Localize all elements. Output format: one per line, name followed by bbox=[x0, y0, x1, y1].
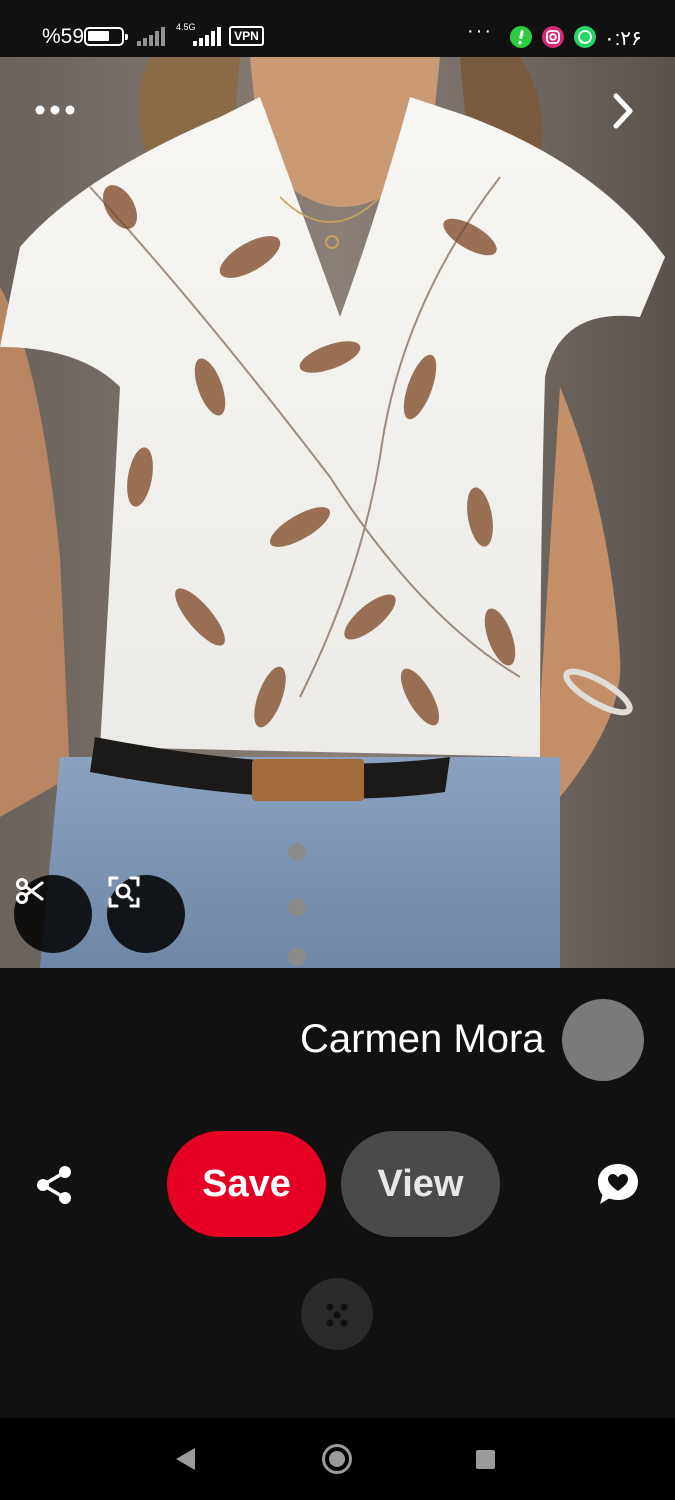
whatsapp-icon bbox=[574, 26, 596, 48]
visual-search-button[interactable] bbox=[107, 875, 185, 953]
visual-search-icon bbox=[108, 876, 140, 908]
signal-icon-2 bbox=[193, 26, 223, 46]
pin-image[interactable] bbox=[0, 57, 675, 968]
vpn-badge: VPN bbox=[229, 26, 264, 46]
author-avatar[interactable] bbox=[562, 999, 644, 1081]
status-time: ۰:۲۶ bbox=[604, 28, 642, 50]
recent-apps-icon[interactable] bbox=[476, 1450, 495, 1469]
system-nav-bar bbox=[0, 1418, 675, 1500]
pin-image-illustration bbox=[0, 57, 675, 968]
more-options-icon[interactable] bbox=[32, 99, 78, 121]
status-bar: %59 4.5G VPN ··· ۰:۲۶ bbox=[0, 0, 675, 57]
battery-percent: %59 bbox=[42, 25, 85, 48]
view-button[interactable]: View bbox=[341, 1131, 500, 1237]
save-button[interactable]: Save bbox=[167, 1131, 326, 1237]
green-exclamation-icon bbox=[510, 26, 532, 48]
status-overflow-icon: ··· bbox=[467, 20, 493, 42]
home-icon[interactable] bbox=[322, 1444, 352, 1474]
more-ideas-button[interactable] bbox=[301, 1278, 373, 1350]
battery-icon bbox=[84, 27, 128, 46]
pin-author-name[interactable]: Carmen Mora bbox=[300, 1017, 545, 1062]
back-icon[interactable] bbox=[176, 1448, 195, 1470]
instagram-icon bbox=[542, 26, 564, 48]
signal-icon-1 bbox=[137, 26, 169, 46]
heart-chat-icon[interactable] bbox=[594, 1160, 642, 1208]
scissors-button[interactable] bbox=[14, 875, 92, 953]
dots-cluster-icon bbox=[326, 1303, 348, 1327]
share-icon[interactable] bbox=[32, 1162, 78, 1208]
next-icon[interactable] bbox=[608, 91, 638, 131]
scissors-icon bbox=[16, 878, 44, 904]
